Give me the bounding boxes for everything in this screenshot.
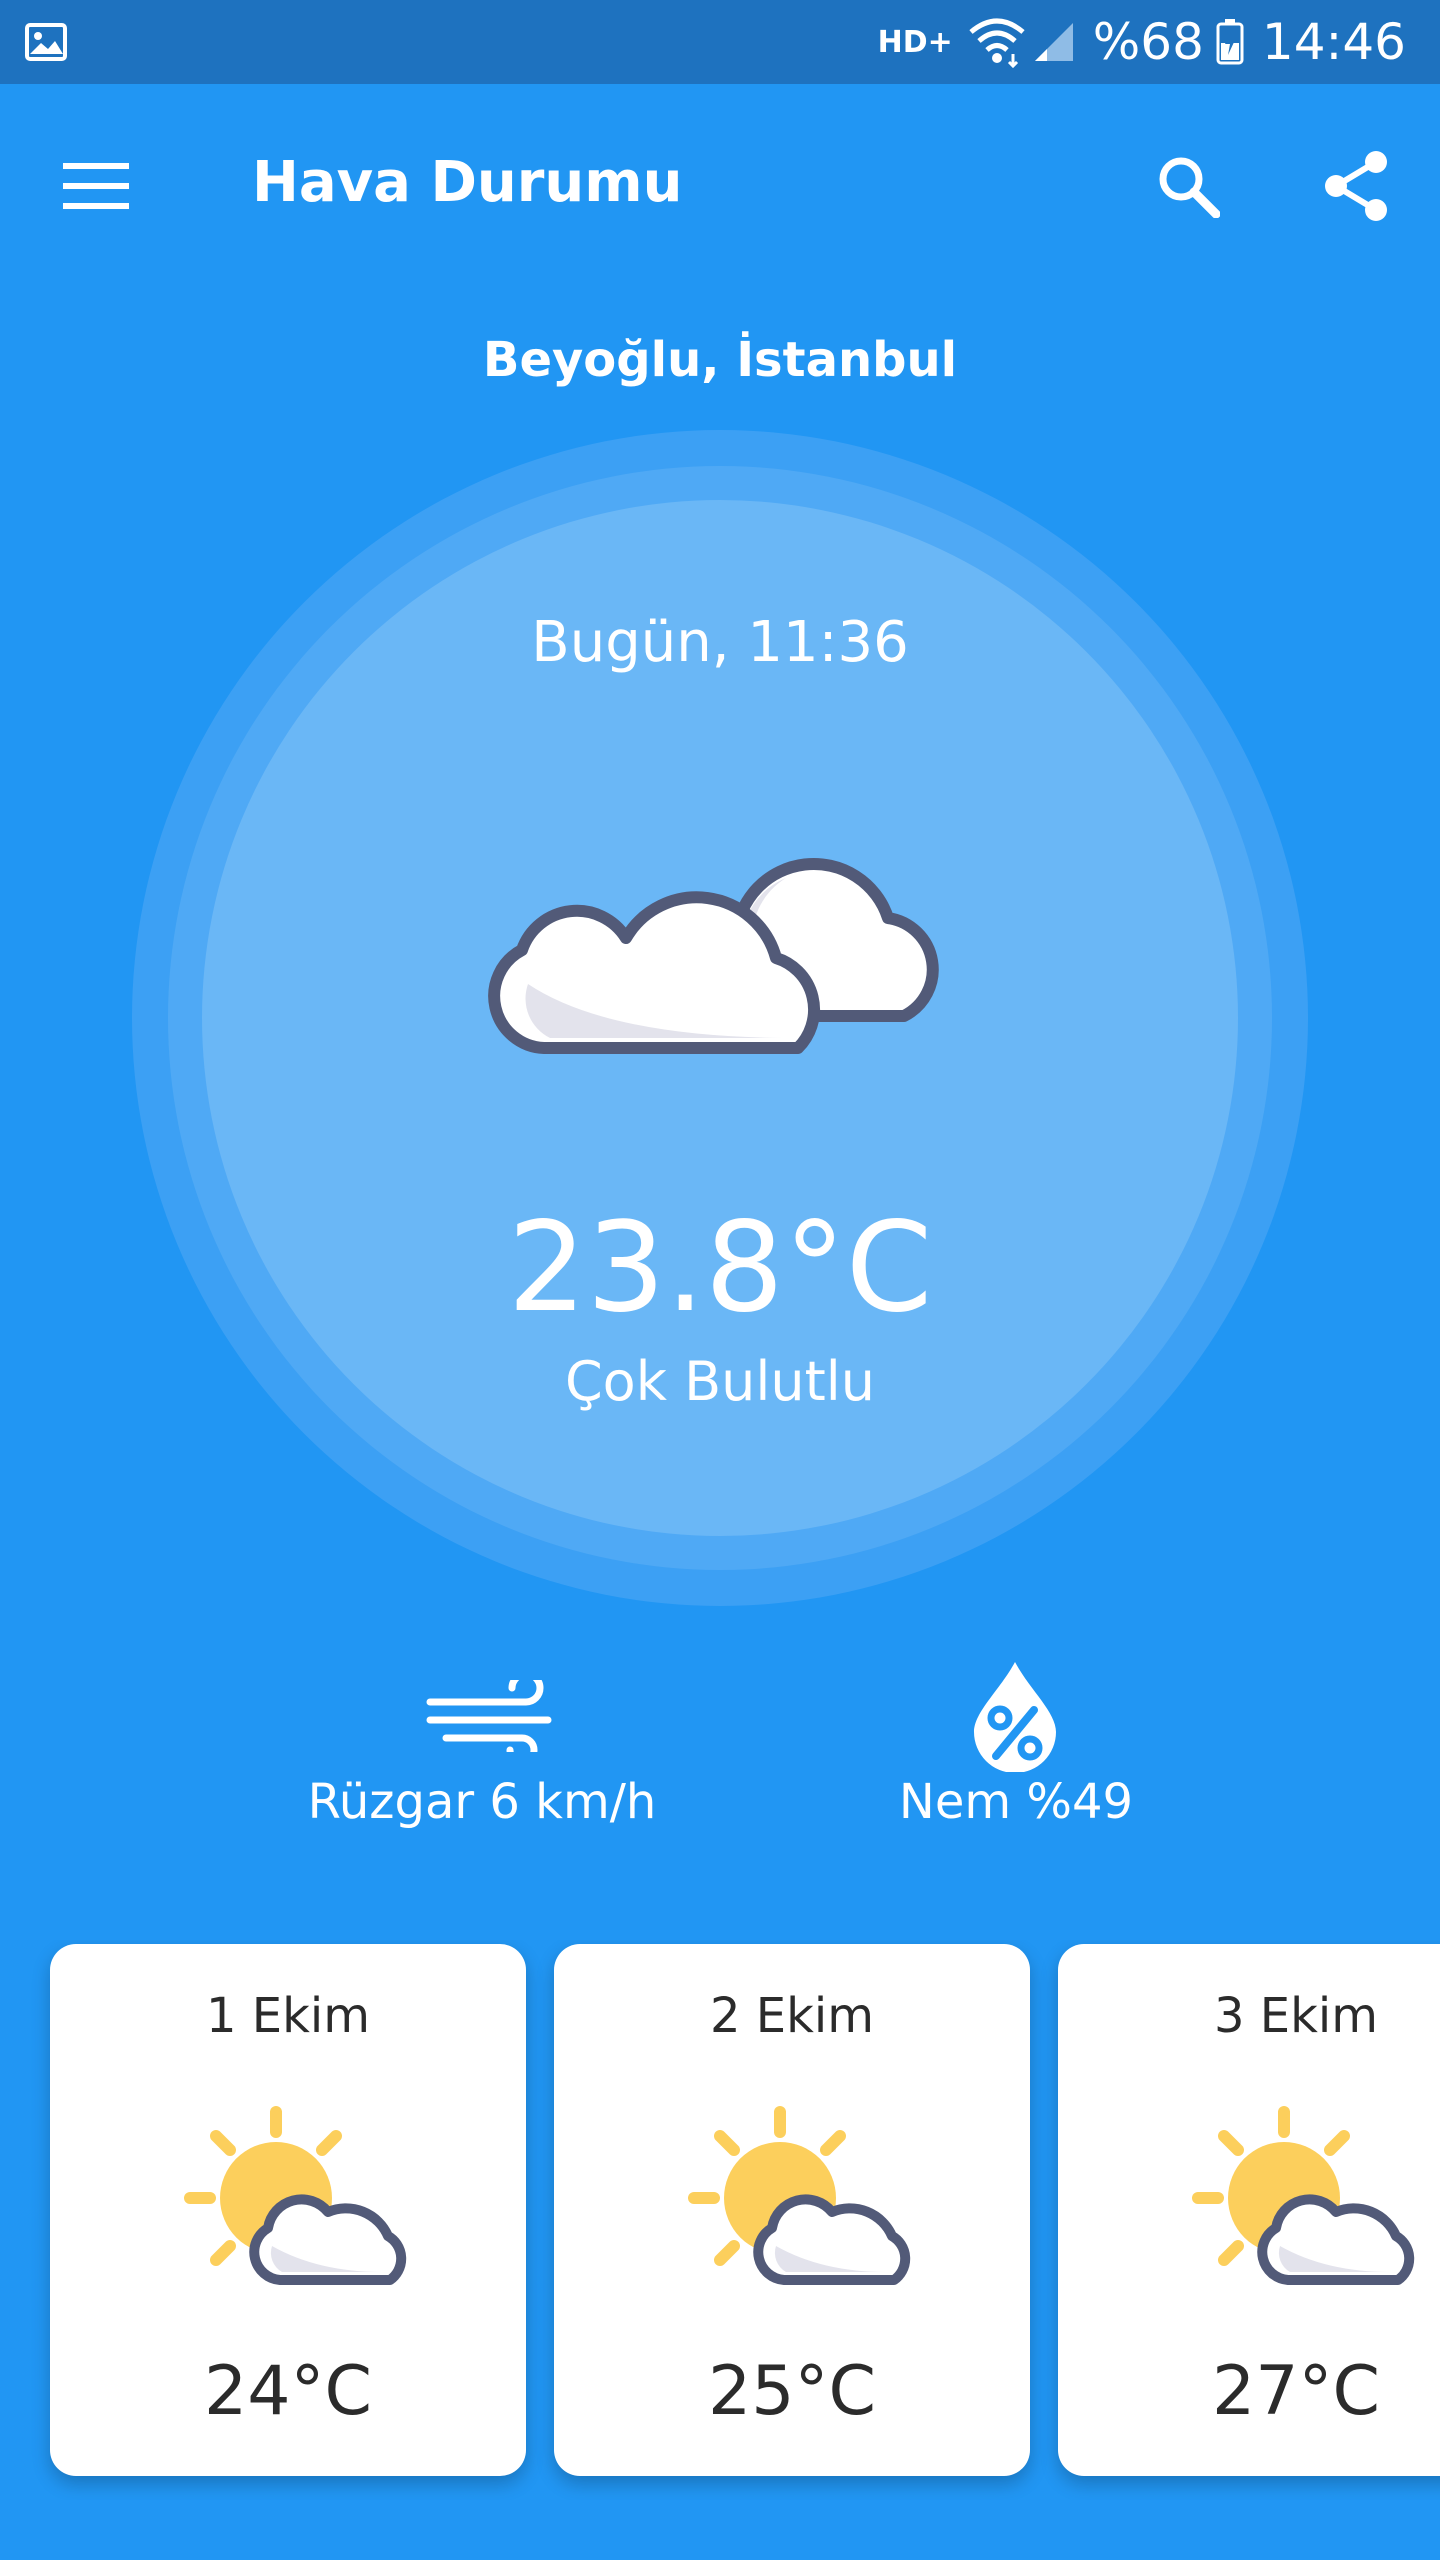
battery-charging-icon xyxy=(1216,19,1244,65)
humidity-label: Nem %49 xyxy=(898,1774,1134,1830)
current-condition: Çok Bulutlu xyxy=(564,1350,876,1413)
humidity-icon xyxy=(974,1662,1056,1772)
current-temperature: 23.8°C xyxy=(507,1196,933,1340)
location-label[interactable]: Beyoğlu, İstanbul xyxy=(0,332,1440,388)
wind-speed-label: Rüzgar 6 km/h xyxy=(307,1774,657,1830)
search-button[interactable] xyxy=(1148,146,1228,226)
forecast-list[interactable]: 1 Ekim 24°C 2 Ekim 25°C 3 Ekim 27°C xyxy=(0,1940,1440,2500)
clock: 14:46 xyxy=(1261,13,1406,71)
forecast-card-1[interactable]: 1 Ekim 24°C xyxy=(50,1944,526,2476)
app-title: Hava Durumu xyxy=(252,150,683,215)
forecast-temperature: 27°C xyxy=(1211,2352,1380,2431)
forecast-temperature: 24°C xyxy=(203,2352,372,2431)
forecast-date: 3 Ekim xyxy=(1213,1988,1378,2044)
signal-icon xyxy=(1034,23,1073,61)
menu-button[interactable] xyxy=(56,146,136,226)
forecast-card-2[interactable]: 2 Ekim 25°C xyxy=(554,1944,1030,2476)
current-datetime: Bugün, 11:36 xyxy=(531,610,909,675)
forecast-date: 1 Ekim xyxy=(205,1988,370,2044)
wind-icon xyxy=(426,1680,552,1752)
wifi-icon xyxy=(969,18,1025,68)
gallery-notification-icon xyxy=(25,23,67,61)
clouds-icon xyxy=(488,857,939,1054)
search-icon xyxy=(1159,157,1220,218)
hamburger-menu-icon xyxy=(63,163,129,209)
partly-cloudy-icon xyxy=(688,2106,911,2285)
network-type-label: HD+ xyxy=(877,24,953,60)
status-bar: HD+ %68 14:46 xyxy=(0,0,1440,84)
battery-percentage: %68 xyxy=(1092,13,1204,71)
forecast-date: 2 Ekim xyxy=(709,1988,874,2044)
forecast-card-3[interactable]: 3 Ekim 27°C xyxy=(1058,1944,1440,2476)
share-icon xyxy=(1325,151,1387,221)
app-bar: Hava Durumu xyxy=(0,84,1440,280)
partly-cloudy-icon xyxy=(184,2106,407,2285)
partly-cloudy-icon xyxy=(1192,2106,1415,2285)
share-button[interactable] xyxy=(1316,146,1396,226)
forecast-temperature: 25°C xyxy=(707,2352,876,2431)
